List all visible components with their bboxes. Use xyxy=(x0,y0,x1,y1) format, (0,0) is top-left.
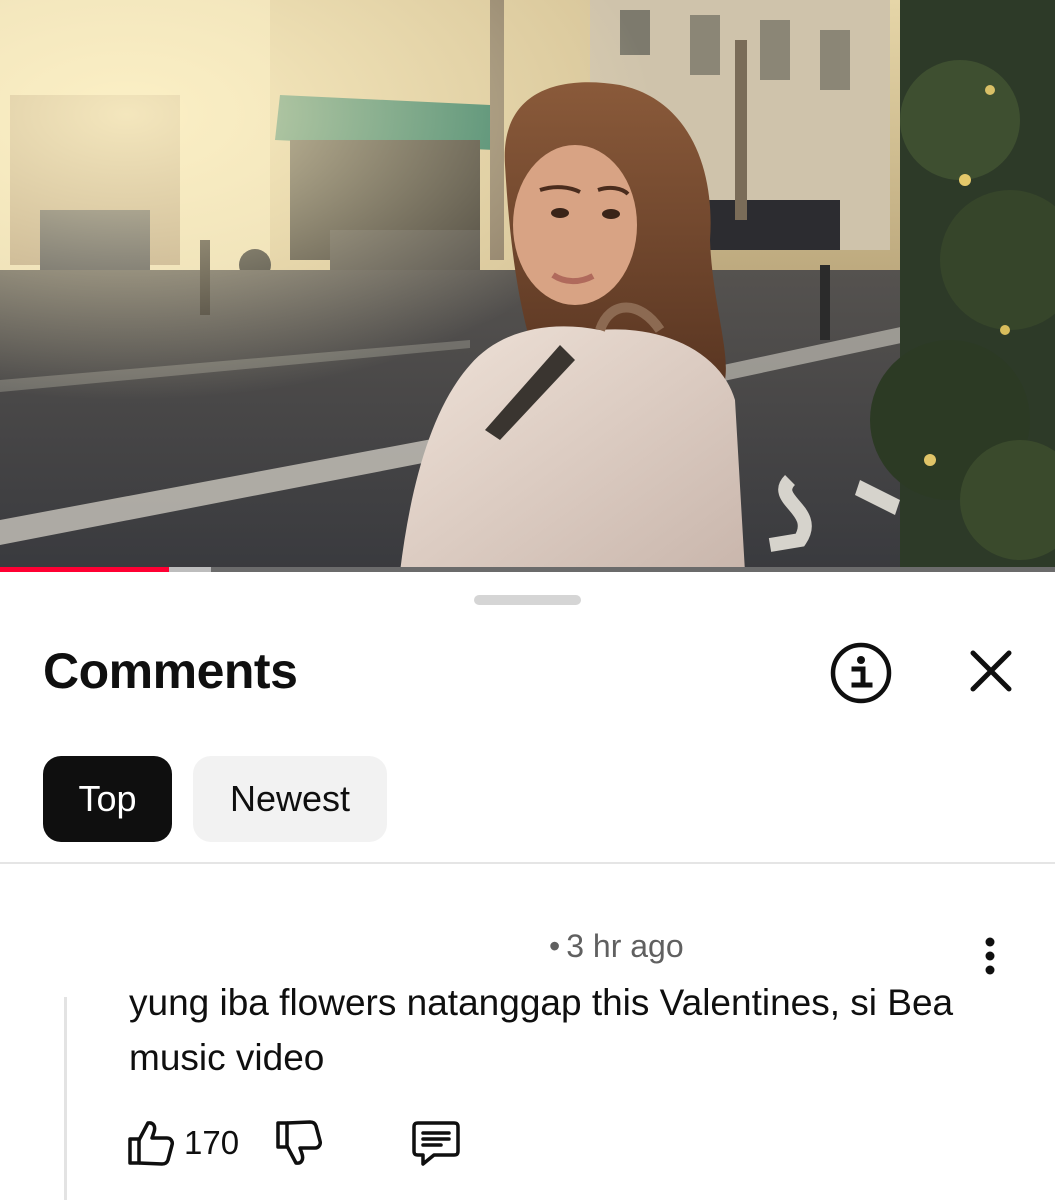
comment-meta: • 3 hr ago xyxy=(549,928,684,965)
header-divider xyxy=(0,862,1055,864)
comment-thread-line xyxy=(64,997,67,1200)
like-icon xyxy=(128,1121,174,1166)
comment-timestamp: 3 hr ago xyxy=(566,928,684,964)
sort-chip-newest[interactable]: Newest xyxy=(193,756,387,842)
more-vert-icon xyxy=(985,937,995,975)
comments-sheet: Comments Top Newest • 3 hr ago yung iba … xyxy=(0,572,1055,1200)
youtube-comments-screen: Comments Top Newest • 3 hr ago yung iba … xyxy=(0,0,1055,1200)
close-button[interactable] xyxy=(960,640,1022,702)
reply-icon xyxy=(412,1121,460,1166)
comment-more-button[interactable] xyxy=(972,934,1008,978)
video-player[interactable] xyxy=(0,0,1055,572)
info-button[interactable] xyxy=(826,638,896,708)
dislike-icon xyxy=(276,1120,322,1165)
like-count: 170 xyxy=(184,1124,240,1161)
sheet-drag-handle[interactable] xyxy=(474,595,581,605)
comments-title: Comments xyxy=(43,643,298,699)
like-button[interactable] xyxy=(126,1117,176,1169)
comment-text: yung iba flowers natanggap this Valentin… xyxy=(129,982,954,1078)
sort-chip-top[interactable]: Top xyxy=(43,756,172,842)
dislike-button[interactable] xyxy=(274,1117,324,1169)
meta-separator: • xyxy=(549,928,561,964)
video-frame xyxy=(0,0,1055,572)
info-icon xyxy=(830,642,892,704)
close-icon xyxy=(970,650,1012,692)
reply-button[interactable] xyxy=(410,1118,462,1168)
